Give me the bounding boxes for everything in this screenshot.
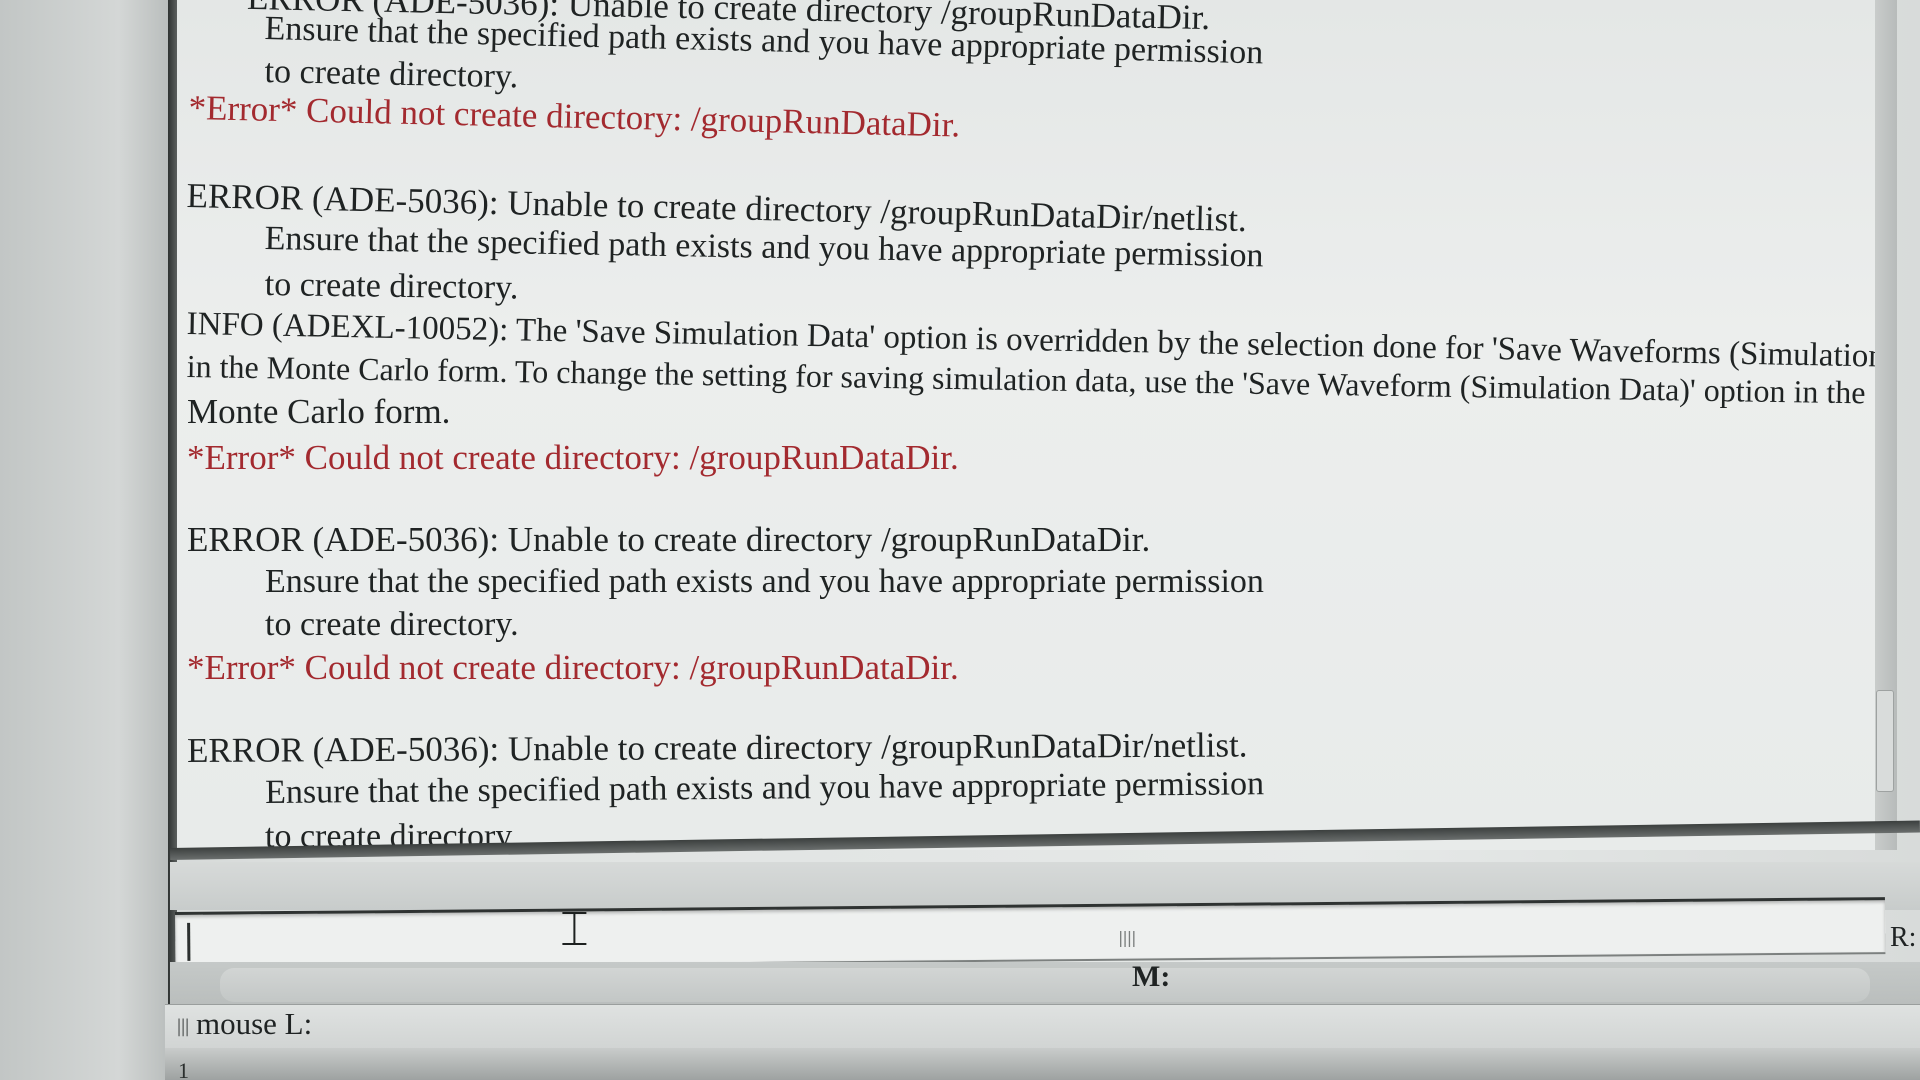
log-output-area[interactable]: ERROR (ADE-5036): Unable to create direc… [177,0,1897,850]
error-line: *Error* Could not create directory: /gro… [188,88,961,145]
status-bar [165,1004,1920,1049]
vertical-scrollbar[interactable] [1875,0,1897,850]
desktop-background [0,0,170,1080]
grip-handle-icon[interactable]: |||| [1118,928,1137,947]
text-caret [187,922,191,961]
bottom-toolbar [165,1048,1920,1080]
log-line: to create directory. [264,266,519,307]
mouse-middle-label: M: [1132,960,1171,993]
status-grip-icon: ||| [176,1016,190,1037]
mouse-middle-field [220,968,1870,1002]
mouse-right-label: R: [1890,922,1917,953]
info-line: Monte Carlo form. [187,392,451,431]
screen: ERROR (ADE-5036): Unable to create direc… [0,0,1920,1080]
mouse-middle-row [170,962,1920,1008]
log-line: Ensure that the specified path exists an… [265,563,1264,600]
log-line: ERROR (ADE-5036): Unable to create direc… [187,520,1151,559]
line-number: 1 [178,1058,189,1080]
scrollbar-thumb[interactable] [1876,690,1894,792]
log-line: Ensure that the specified path exists an… [264,765,1265,811]
i-beam-cursor-icon: ⌶ [560,901,589,957]
error-line: *Error* Could not create directory: /gro… [187,648,959,687]
error-line: *Error* Could not create directory: /gro… [187,438,959,477]
mouse-left-label: mouse L: [196,1006,313,1041]
log-line: to create directory. [265,606,519,643]
log-line: to create directory. [264,53,519,96]
log-line: ERROR (ADE-5036): Unable to create direc… [186,725,1248,770]
